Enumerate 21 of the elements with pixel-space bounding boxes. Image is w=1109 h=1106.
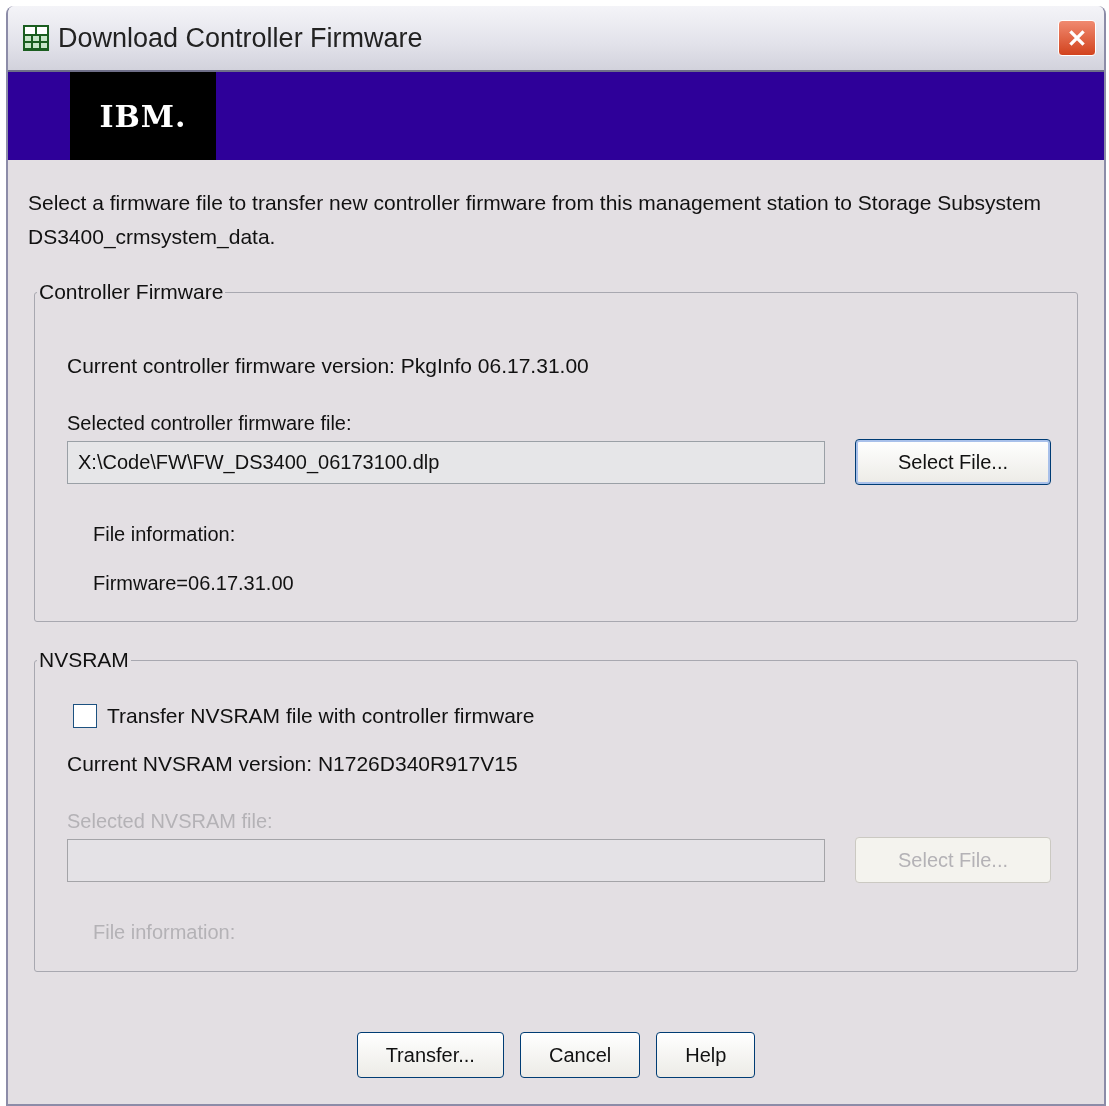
file-info-label: File information: bbox=[93, 523, 237, 546]
window-title: Download Controller Firmware bbox=[58, 22, 424, 54]
dialog-button[interactable]: Cancel bbox=[519, 1032, 641, 1078]
grid-icon bbox=[22, 24, 50, 52]
checkbox[interactable] bbox=[73, 704, 97, 728]
transfer-checkbox[interactable]: Transfer NVSRAM file with controller firmware bbox=[73, 704, 1051, 728]
current-version-text: Current NVSRAM version: N1726D340R917V15 bbox=[67, 752, 519, 776]
file-info-text: Firmware=06.17.31.00 bbox=[93, 572, 295, 595]
checkbox-label: Transfer NVSRAM file with controller firmware bbox=[107, 704, 535, 728]
dialog-button[interactable]: Transfer... bbox=[356, 1032, 504, 1078]
select-file-button[interactable]: Select File... bbox=[855, 439, 1051, 485]
close-icon bbox=[1066, 27, 1088, 49]
group-title: NVSRAM bbox=[38, 648, 130, 672]
logo: IBM. bbox=[70, 72, 216, 160]
current-version-text: Current controller firmware version: PkgInfo 06.17.31.00 bbox=[67, 354, 590, 378]
field-label: Selected controller firmware file: bbox=[67, 412, 353, 435]
file-path-field[interactable]: X:\Code\FW\FW_DS3400_06173100.dlp bbox=[67, 440, 825, 484]
dialog-button[interactable]: Help bbox=[656, 1032, 756, 1078]
close-button[interactable] bbox=[1058, 20, 1096, 56]
instruction-text: Select a firmware file to transfer new controller firmware from this management station to Storage Subsystem DS3400_crmsystem_data. bbox=[28, 190, 1043, 251]
group-title: Controller Firmware bbox=[38, 280, 225, 304]
